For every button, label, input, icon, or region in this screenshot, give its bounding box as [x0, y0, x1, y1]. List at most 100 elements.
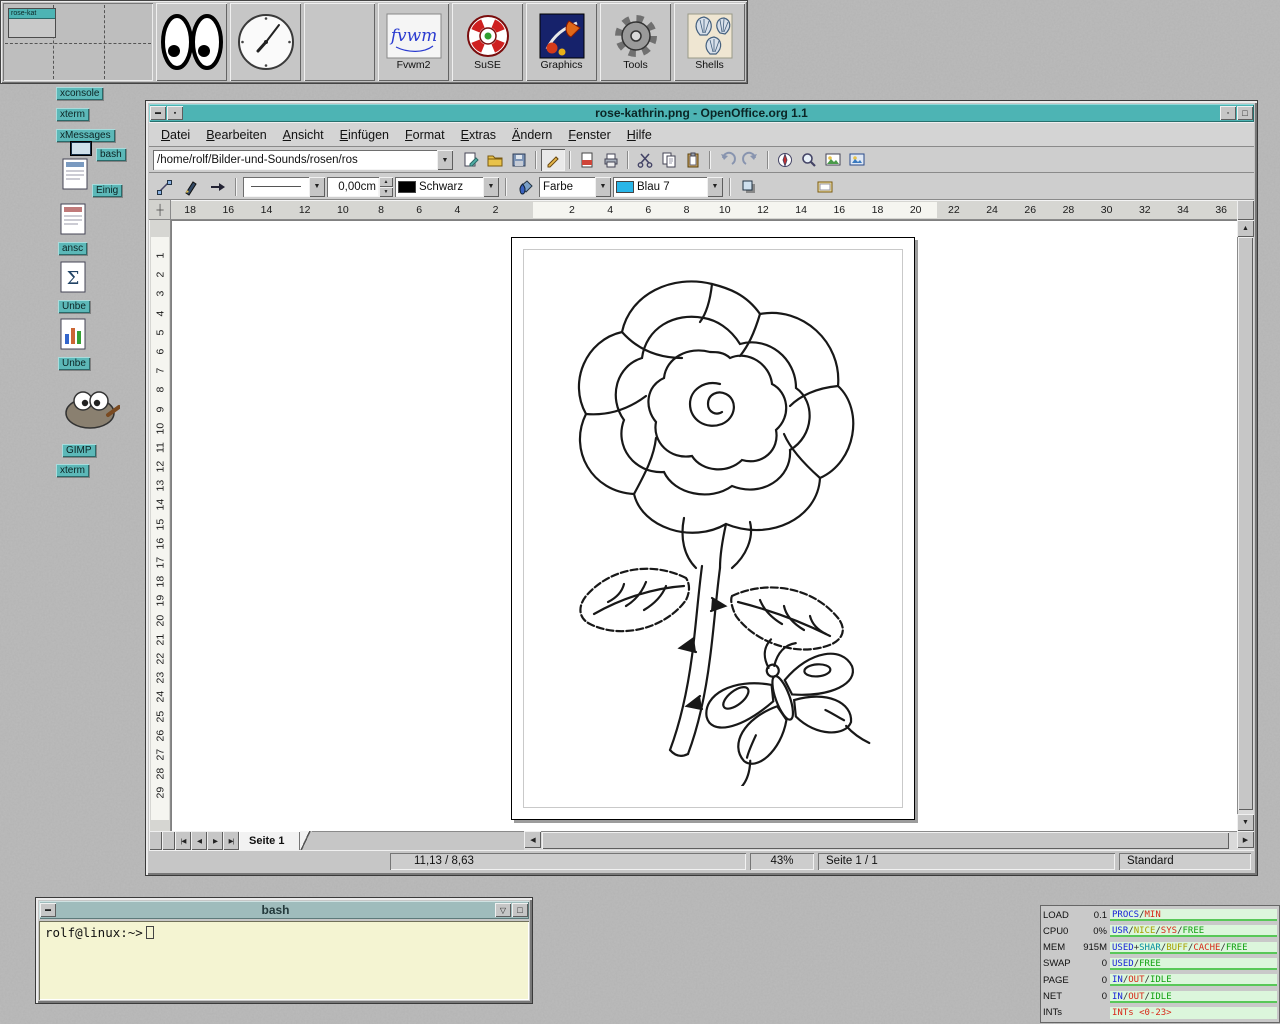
url-dropdown-button[interactable] — [437, 150, 453, 170]
desktop-icon-bash[interactable]: bash — [96, 148, 126, 161]
launcher-tools[interactable]: Tools — [600, 3, 671, 81]
export-pdf-button[interactable] — [575, 149, 599, 171]
launcher-graphics[interactable]: Graphics — [526, 3, 597, 81]
window-sticky-button[interactable] — [167, 106, 183, 120]
line-style-dropdown[interactable] — [309, 177, 325, 197]
line-width-down-button[interactable] — [379, 187, 393, 197]
shadow-toggle-button[interactable] — [737, 176, 761, 198]
last-page-button[interactable] — [223, 831, 239, 850]
desktop-icon-gimp[interactable]: GIMP — [62, 444, 96, 457]
desktop-icon-xterm[interactable]: xterm — [56, 108, 89, 121]
drawing-canvas[interactable] — [171, 220, 1237, 831]
url-field[interactable]: /home/rolf/Bilder-und-Sounds/rosen/ros — [153, 150, 437, 170]
menu-item[interactable]: Ändern — [504, 125, 560, 145]
edit-mode-toggle[interactable] — [541, 149, 565, 171]
desktop-icon-einig[interactable]: Einig — [92, 184, 122, 197]
pane-split-button[interactable] — [149, 831, 162, 850]
area-fill-button[interactable] — [513, 176, 537, 198]
gimp-wilber-icon[interactable] — [58, 382, 120, 437]
document-page[interactable] — [511, 237, 915, 820]
desktop-icon-xterm2[interactable]: xterm — [56, 464, 89, 477]
document-icon[interactable] — [62, 158, 88, 195]
oo-titlebar[interactable]: rose-kathrin.png - OpenOffice.org 1.1 — [149, 104, 1254, 122]
insert-graphics-button[interactable] — [845, 149, 869, 171]
menu-item[interactable]: Ansicht — [275, 125, 332, 145]
vertical-scroll-thumb[interactable] — [1238, 237, 1253, 810]
empty-panel-button[interactable] — [304, 3, 375, 81]
vertical-ruler[interactable]: 1234567891011121314151617181920212223242… — [149, 220, 171, 831]
horizontal-ruler[interactable]: 1816141210864224681012141618202224262830… — [171, 200, 1237, 220]
first-page-button[interactable] — [175, 831, 191, 850]
cut-button[interactable] — [633, 149, 657, 171]
print-button[interactable] — [599, 149, 623, 171]
scroll-down-button[interactable] — [1237, 814, 1254, 831]
desktop-icon-unbe1[interactable]: Unbe — [58, 300, 90, 313]
undo-button[interactable] — [715, 149, 739, 171]
next-page-button[interactable] — [207, 831, 223, 850]
ruler-origin-corner[interactable] — [149, 200, 171, 220]
fill-color-combo[interactable]: Blau 7 — [613, 177, 723, 197]
previous-page-button[interactable] — [191, 831, 207, 850]
line-width-spinner[interactable]: 0,00cm — [327, 177, 393, 197]
paste-button[interactable] — [681, 149, 705, 171]
xeyes-button[interactable] — [156, 3, 227, 81]
horizontal-scrollbar[interactable] — [524, 831, 1254, 850]
open-button[interactable] — [483, 149, 507, 171]
scrollbar-corner-button[interactable] — [1237, 200, 1254, 220]
vertical-scrollbar[interactable] — [1237, 220, 1254, 831]
document-icon[interactable] — [60, 203, 86, 240]
menu-item[interactable]: Format — [397, 125, 453, 145]
pane-split-button[interactable] — [162, 831, 175, 850]
menu-item[interactable]: Datei — [153, 125, 198, 145]
fill-color-dropdown[interactable] — [707, 177, 723, 197]
iconify-button[interactable] — [1220, 106, 1236, 120]
menu-item[interactable]: Fenster — [560, 125, 618, 145]
status-zoom[interactable]: 43% — [750, 853, 814, 870]
edit-points-button[interactable] — [153, 176, 177, 198]
status-page-style[interactable]: Standard — [1119, 853, 1251, 870]
line-width-up-button[interactable] — [379, 177, 393, 187]
fill-type-combo[interactable]: Farbe — [539, 177, 611, 197]
scroll-left-button[interactable] — [524, 831, 541, 848]
maximize-button[interactable] — [512, 903, 528, 917]
desktop-icon-xconsole[interactable]: xconsole — [56, 87, 103, 100]
menu-item[interactable]: Einfügen — [332, 125, 397, 145]
save-button[interactable] — [507, 149, 531, 171]
fvwm-pager[interactable]: rose-kat — [3, 3, 153, 81]
page-tab[interactable]: Seite 1 — [239, 831, 300, 850]
chart-document-icon[interactable] — [60, 318, 86, 355]
line-color-dropdown[interactable] — [483, 177, 499, 197]
window-menu-button[interactable] — [40, 903, 56, 917]
launcher-suse[interactable]: SuSE — [452, 3, 523, 81]
line-color-combo[interactable]: Schwarz — [395, 177, 499, 197]
clock-button[interactable] — [230, 3, 301, 81]
line-button[interactable] — [179, 176, 203, 198]
scroll-up-button[interactable] — [1237, 220, 1254, 237]
navigator-button[interactable] — [773, 149, 797, 171]
edit-file-button[interactable] — [459, 149, 483, 171]
window-menu-button[interactable] — [150, 106, 166, 120]
horizontal-scroll-thumb[interactable] — [542, 832, 1229, 849]
fill-type-dropdown[interactable] — [595, 177, 611, 197]
scroll-right-button[interactable] — [1237, 831, 1254, 848]
maximize-button[interactable] — [1237, 106, 1253, 120]
line-style-combo[interactable] — [243, 177, 325, 197]
terminal-screen[interactable]: rolf@linux:~> — [39, 921, 529, 1000]
redo-button[interactable] — [739, 149, 763, 171]
iconify-button[interactable] — [495, 903, 511, 917]
pager-mini-window[interactable]: rose-kat — [8, 8, 56, 38]
desktop-icon-unbe2[interactable]: Unbe — [58, 357, 90, 370]
zoom-button[interactable] — [797, 149, 821, 171]
terminal-titlebar[interactable]: bash — [39, 901, 529, 919]
load-url-combo[interactable]: /home/rolf/Bilder-und-Sounds/rosen/ros — [153, 150, 453, 170]
image-bar-button[interactable] — [813, 176, 837, 198]
desktop-icon-ansc[interactable]: ansc — [58, 242, 87, 255]
gallery-button[interactable] — [821, 149, 845, 171]
launcher-fvwm2[interactable]: fvwm Fvwm2 — [378, 3, 449, 81]
menu-item[interactable]: Extras — [453, 125, 504, 145]
menu-item[interactable]: Bearbeiten — [198, 125, 274, 145]
arrow-style-button[interactable] — [205, 176, 229, 198]
sigma-document-icon[interactable]: Σ — [60, 261, 86, 298]
menu-item[interactable]: Hilfe — [619, 125, 660, 145]
launcher-shells[interactable]: Shells — [674, 3, 745, 81]
